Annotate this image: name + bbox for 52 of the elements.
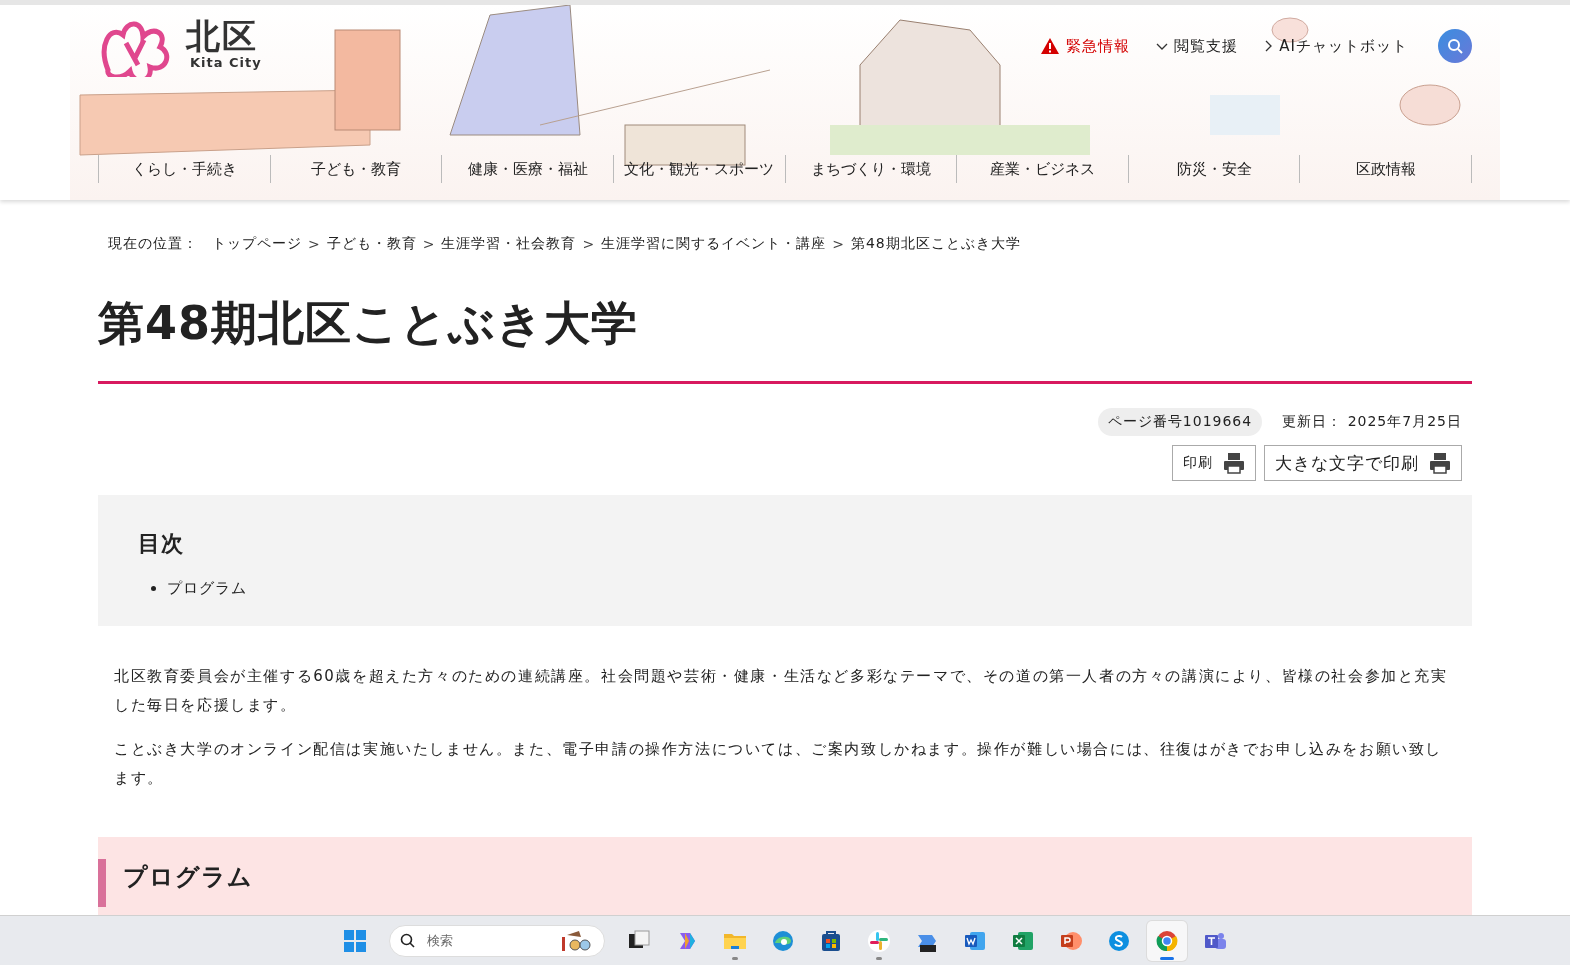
nav-menu-item[interactable]: 区政情報 [1299,155,1472,183]
breadcrumb-link[interactable]: トップページ [212,235,302,253]
store-bag-icon [819,928,843,953]
body-paragraph: 北区教育委員会が主催する60歳を超えた方々のための連続講座。社会問題や芸術・健康・生活など多彩なテーマで、その道の第一人者の方々の講演により、皆様の社会参加と充実した毎日を応援します。 [114,666,1449,716]
nav-menu-item[interactable]: 子ども・教育 [269,155,442,183]
nav-menu-item[interactable]: くらし・手続き [98,155,270,183]
warning-icon [1040,37,1061,55]
s-logo-icon [1107,928,1131,953]
heading-accent-bar [98,859,106,907]
body-paragraph: ことぶき大学のオンライン配信は実施いたしません。また、電子申請の操作方法については、ご案内致しかねます。操作が難しい場合には、往復はがきでお申し込みをお願い致します。 [114,739,1443,789]
chatbot-link[interactable]: AIチャットボット [1264,36,1408,56]
nav-menu-item[interactable]: まちづくり・環境 [784,155,957,183]
breadcrumb-link[interactable]: 生涯学習に関するイベント・講座 [601,235,827,253]
hash-logo-icon [867,928,891,953]
logo-subtitle: Kita City [189,55,262,70]
section-heading: プログラム [123,862,253,893]
search-input[interactable]: 検索 [425,932,549,949]
breadcrumb-label: 現在の位置： [108,235,198,253]
browser-circle-icon [1155,928,1179,953]
printer-icon [1429,452,1451,474]
updated-date: 更新日： 2025年7月25日 [1282,413,1462,431]
breadcrumb-separator: > [582,236,596,252]
printer-icon [1223,452,1245,474]
bullet-icon [151,586,156,591]
nav-menu-item[interactable]: 産業・ビジネス [956,155,1128,183]
breadcrumb-separator: > [832,236,845,252]
toc-heading: 目次 [138,530,185,558]
nav-menu-item[interactable]: 文化・観光・スポーツ [612,155,785,183]
search-icon [1447,38,1463,54]
windows-logo-icon [343,928,367,953]
breadcrumb-link[interactable]: 子ども・教育 [326,235,417,253]
toc-link[interactable]: プログラム [167,579,247,598]
logo-title: 北区 [186,17,259,55]
nav-menu-item[interactable]: 健康・医療・福祉 [441,155,613,183]
breadcrumb-link[interactable]: 生涯学習・社会教育 [441,235,577,253]
breadcrumb-separator: > [422,236,436,252]
chevron-down-icon [1156,41,1169,51]
search-icon [400,933,415,948]
browser-swirl-icon [771,928,795,953]
page-title: 第48期北区ことぶき大学 [98,295,1472,384]
site-logo[interactable]: 北区 Kita City [98,15,262,77]
makeup-brushes-icon [559,928,591,953]
large-print-button[interactable]: 大きな文字で印刷 [1264,445,1462,481]
emergency-info-link[interactable]: 緊急情報 [1040,36,1131,56]
print-button[interactable]: 印刷 [1172,445,1256,481]
nav-menu-item[interactable]: 防災・安全 [1127,155,1300,183]
breadcrumb-current: 第48期北区ことぶき大学 [850,235,1021,253]
breadcrumb-separator: > [308,236,321,252]
chevron-right-icon [1264,40,1274,52]
accessibility-menu[interactable]: 閲覧支援 [1156,36,1239,56]
page-number-badge: ページ番号1019664 [1097,408,1263,436]
taskbar-search-bar[interactable]: 検索 [389,924,605,957]
